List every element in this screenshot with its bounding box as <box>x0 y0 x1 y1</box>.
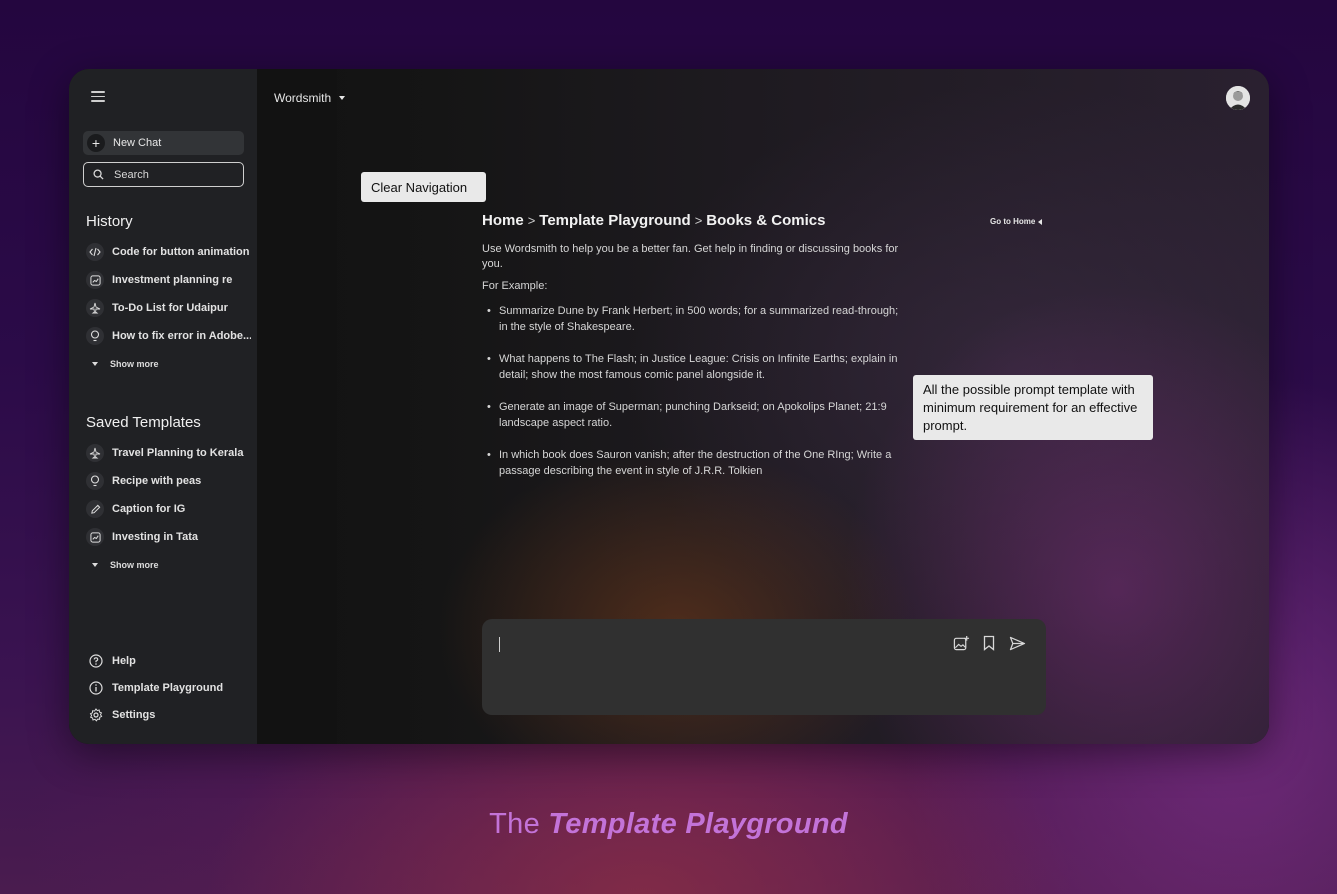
history-list: Code for button animation Investment pla… <box>86 238 251 378</box>
search-placeholder: Search <box>114 168 149 181</box>
chevron-down-icon <box>92 563 98 567</box>
search-input[interactable]: Search <box>83 162 244 187</box>
example-prompt[interactable]: Summarize Dune by Frank Herbert; in 500 … <box>482 304 902 335</box>
saved-template-item[interactable]: Recipe with peas <box>86 467 251 495</box>
add-image-icon[interactable] <box>952 634 970 652</box>
saved-template-item[interactable]: Investing in Tata <box>86 523 251 551</box>
info-icon <box>89 680 103 695</box>
saved-show-more-button[interactable]: Show more <box>86 551 251 579</box>
saved-templates-title: Saved Templates <box>86 414 201 431</box>
chevron-down-icon <box>92 362 98 366</box>
menu-icon[interactable] <box>91 91 105 103</box>
chart-icon <box>86 271 104 289</box>
caret-left-icon <box>1038 218 1043 225</box>
saved-template-item[interactable]: Caption for IG <box>86 495 251 523</box>
breadcrumb: Home > Template Playground > Books & Com… <box>482 213 902 229</box>
composer-toolbar <box>952 634 1026 652</box>
code-icon <box>86 243 104 261</box>
airplane-icon <box>86 299 104 317</box>
avatar[interactable] <box>1226 86 1250 110</box>
clear-navigation-callout: Clear Navigation <box>361 172 486 202</box>
go-to-home-link[interactable]: Go to Home <box>990 217 1043 226</box>
sidebar: + New Chat Search History Code for butto… <box>69 69 257 744</box>
help-icon <box>89 653 103 668</box>
text-caret <box>499 637 500 652</box>
help-link[interactable]: Help <box>89 647 223 674</box>
template-callout: All the possible prompt template with mi… <box>913 375 1153 440</box>
breadcrumb-home[interactable]: Home <box>482 213 524 229</box>
example-prompt[interactable]: What happens to The Flash; in Justice Le… <box>482 352 902 383</box>
lightbulb-icon <box>86 472 104 490</box>
template-content: Home > Template Playground > Books & Com… <box>482 213 902 496</box>
saved-templates-list: Travel Planning to Kerala Recipe with pe… <box>86 439 251 579</box>
breadcrumb-separator: > <box>694 213 703 228</box>
history-item[interactable]: Investment planning re <box>86 266 251 294</box>
history-item[interactable]: Code for button animation <box>86 238 251 266</box>
history-item[interactable]: How to fix error in Adobe... <box>86 322 251 350</box>
breadcrumb-separator: > <box>527 213 536 228</box>
lightbulb-icon <box>86 327 104 345</box>
plus-icon: + <box>87 134 105 152</box>
avatar-image <box>1226 86 1250 110</box>
history-item[interactable]: To-Do List for Udaipur <box>86 294 251 322</box>
send-icon[interactable] <box>1008 634 1026 652</box>
chevron-down-icon <box>339 96 346 100</box>
bookmark-icon[interactable] <box>980 634 998 652</box>
template-description: Use Wordsmith to help you be a better fa… <box>482 242 899 271</box>
airplane-icon <box>86 444 104 462</box>
model-selector[interactable]: Wordsmith <box>274 91 346 105</box>
new-chat-label: New Chat <box>113 137 162 149</box>
examples-list: Summarize Dune by Frank Herbert; in 500 … <box>482 304 902 479</box>
examples-label: For Example: <box>482 279 548 292</box>
history-show-more-button[interactable]: Show more <box>86 350 251 378</box>
example-prompt[interactable]: In which book does Sauron vanish; after … <box>482 448 902 479</box>
saved-template-item[interactable]: Travel Planning to Kerala <box>86 439 251 467</box>
breadcrumb-current: Books & Comics <box>706 212 826 229</box>
page-caption: The Template Playground <box>0 808 1337 841</box>
breadcrumb-template-playground[interactable]: Template Playground <box>539 213 690 229</box>
new-chat-button[interactable]: + New Chat <box>83 131 244 155</box>
history-title: History <box>86 213 133 230</box>
settings-link[interactable]: Settings <box>89 701 223 728</box>
gear-icon <box>89 707 103 722</box>
search-icon <box>93 169 104 180</box>
prompt-input[interactable] <box>482 619 1046 715</box>
pencil-icon <box>86 500 104 518</box>
caption-emphasis: Template Playground <box>548 808 848 840</box>
example-prompt[interactable]: Generate an image of Superman; punching … <box>482 400 902 431</box>
bottom-nav: Help Template Playground Settings <box>89 647 223 728</box>
chart-icon <box>86 528 104 546</box>
caption-prefix: The <box>489 808 549 840</box>
template-playground-link[interactable]: Template Playground <box>89 674 223 701</box>
